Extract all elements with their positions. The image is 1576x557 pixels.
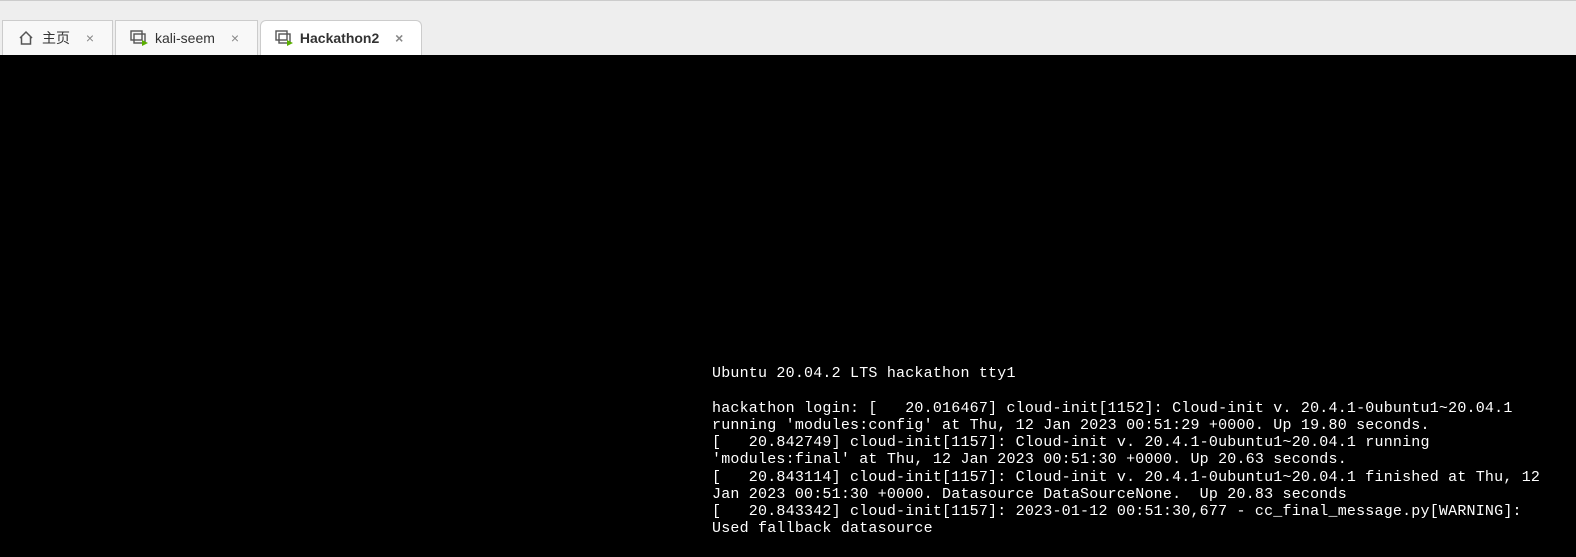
vm-console[interactable]: Ubuntu 20.04.2 LTS hackathon tty1 hackat… <box>0 55 1576 557</box>
console-banner: Ubuntu 20.04.2 LTS hackathon tty1 <box>712 365 1016 382</box>
console-line: hackathon login: [ 20.016467] cloud-init… <box>712 400 1522 434</box>
vm-icon <box>275 29 293 47</box>
console-line: [ 20.843114] cloud-init[1157]: Cloud-ini… <box>712 469 1549 503</box>
tab-bar: 主页 × kali-seem × Hackathon2 × <box>0 0 1576 55</box>
close-icon[interactable]: × <box>391 30 407 46</box>
tab-home[interactable]: 主页 × <box>2 20 113 55</box>
close-icon[interactable]: × <box>227 30 243 46</box>
tab-kali-seem[interactable]: kali-seem × <box>115 20 258 55</box>
tab-label: Hackathon2 <box>300 30 379 46</box>
tab-label: 主页 <box>42 28 70 48</box>
vm-icon <box>130 29 148 47</box>
console-line: [ 20.842749] cloud-init[1157]: Cloud-ini… <box>712 434 1439 468</box>
tab-label: kali-seem <box>155 30 215 46</box>
console-line: [ 20.843342] cloud-init[1157]: 2023-01-1… <box>712 503 1531 537</box>
close-icon[interactable]: × <box>82 30 98 46</box>
home-icon <box>17 29 35 47</box>
tab-hackathon2[interactable]: Hackathon2 × <box>260 20 422 55</box>
console-output: Ubuntu 20.04.2 LTS hackathon tty1 hackat… <box>712 365 1556 538</box>
